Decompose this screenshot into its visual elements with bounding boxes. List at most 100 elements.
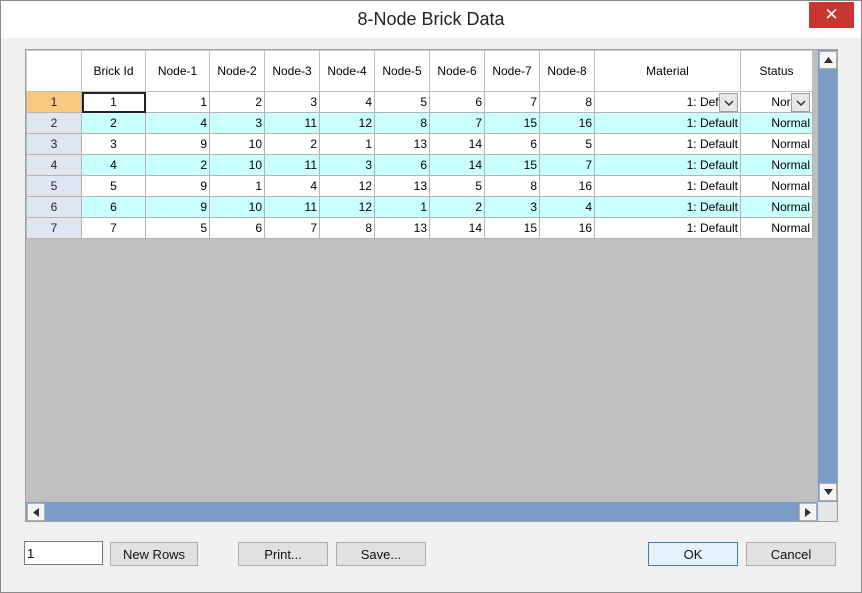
node-cell[interactable]: 11 (264, 196, 320, 218)
node-cell[interactable]: 5 (374, 91, 430, 113)
column-header[interactable]: Node-7 (484, 50, 540, 92)
node-cell[interactable]: 5 (539, 133, 595, 155)
node-cell[interactable]: 2 (264, 133, 320, 155)
node-cell[interactable]: 8 (539, 91, 595, 113)
node-cell[interactable]: 16 (539, 112, 595, 134)
node-cell[interactable]: 3 (209, 112, 265, 134)
brick-id-cell[interactable]: 2 (81, 112, 146, 134)
brick-id-cell[interactable]: 1 (81, 91, 146, 113)
print-button[interactable]: Print... (238, 542, 328, 566)
node-cell[interactable]: 11 (264, 112, 320, 134)
column-header[interactable]: Node-2 (209, 50, 265, 92)
scroll-right-button[interactable] (799, 503, 817, 521)
node-cell[interactable]: 4 (319, 91, 375, 113)
node-cell[interactable]: 6 (209, 217, 265, 239)
column-header[interactable]: Node-4 (319, 50, 375, 92)
cancel-button[interactable]: Cancel (746, 542, 836, 566)
material-cell[interactable]: 1: Default (594, 112, 741, 134)
node-cell[interactable]: 7 (264, 217, 320, 239)
node-cell[interactable]: 12 (319, 175, 375, 197)
node-cell[interactable]: 1 (145, 91, 210, 113)
row-header[interactable]: 7 (26, 217, 82, 239)
node-cell[interactable]: 7 (429, 112, 485, 134)
node-cell[interactable]: 8 (319, 217, 375, 239)
node-cell[interactable]: 6 (484, 133, 540, 155)
new-rows-button[interactable]: New Rows (110, 542, 198, 566)
node-cell[interactable]: 7 (484, 91, 540, 113)
status-cell[interactable]: Normal (740, 196, 813, 218)
material-cell[interactable]: 1: Default (594, 196, 741, 218)
node-cell[interactable]: 3 (319, 154, 375, 176)
node-cell[interactable]: 3 (264, 91, 320, 113)
horizontal-scrollbar[interactable] (26, 502, 818, 521)
node-cell[interactable]: 12 (319, 196, 375, 218)
material-cell[interactable]: 1: Default (594, 217, 741, 239)
material-cell[interactable]: 1: Default (594, 154, 741, 176)
node-cell[interactable]: 14 (429, 217, 485, 239)
node-cell[interactable]: 4 (264, 175, 320, 197)
row-header[interactable]: 3 (26, 133, 82, 155)
node-cell[interactable]: 2 (429, 196, 485, 218)
column-header[interactable]: Node-8 (539, 50, 595, 92)
status-cell[interactable]: Normal (740, 217, 813, 239)
node-cell[interactable]: 1 (374, 196, 430, 218)
node-cell[interactable]: 9 (145, 133, 210, 155)
brick-id-cell[interactable]: 7 (81, 217, 146, 239)
node-cell[interactable]: 13 (374, 175, 430, 197)
ok-button[interactable]: OK (648, 542, 738, 566)
column-header[interactable]: Node-5 (374, 50, 430, 92)
brick-id-cell[interactable]: 3 (81, 133, 146, 155)
column-header[interactable]: Brick Id (81, 50, 146, 92)
close-button[interactable]: ✕ (809, 2, 854, 28)
node-cell[interactable]: 6 (374, 154, 430, 176)
material-cell[interactable]: 1: Default (594, 133, 741, 155)
row-header[interactable]: 6 (26, 196, 82, 218)
brick-data-grid[interactable]: Brick Id Node-1 Node-2 Node-3 Node-4 Node-5 No… (25, 49, 838, 522)
node-cell[interactable]: 8 (374, 112, 430, 134)
status-cell[interactable]: Normal (740, 133, 813, 155)
node-cell[interactable]: 1 (209, 175, 265, 197)
row-header[interactable]: 1 (26, 91, 82, 113)
column-header[interactable]: Status (740, 50, 813, 92)
column-header[interactable]: Node-1 (145, 50, 210, 92)
node-cell[interactable]: 5 (145, 217, 210, 239)
node-cell[interactable]: 4 (539, 196, 595, 218)
vertical-scrollbar[interactable] (818, 50, 837, 502)
scroll-left-button[interactable] (27, 503, 45, 521)
scroll-up-button[interactable] (819, 51, 837, 69)
node-cell[interactable]: 3 (484, 196, 540, 218)
column-header[interactable]: Material (594, 50, 741, 92)
node-cell[interactable]: 15 (484, 112, 540, 134)
node-cell[interactable]: 4 (145, 112, 210, 134)
brick-id-cell[interactable]: 5 (81, 175, 146, 197)
column-header[interactable]: Node-3 (264, 50, 320, 92)
select-all-corner[interactable] (26, 50, 82, 92)
node-cell[interactable]: 13 (374, 217, 430, 239)
save-button[interactable]: Save... (336, 542, 426, 566)
node-cell[interactable]: 14 (429, 154, 485, 176)
node-cell[interactable]: 16 (539, 217, 595, 239)
row-header[interactable]: 5 (26, 175, 82, 197)
column-header[interactable]: Node-6 (429, 50, 485, 92)
node-cell[interactable]: 10 (209, 133, 265, 155)
node-cell[interactable]: 16 (539, 175, 595, 197)
node-cell[interactable]: 13 (374, 133, 430, 155)
brick-id-cell[interactable]: 6 (81, 196, 146, 218)
brick-id-cell[interactable]: 4 (81, 154, 146, 176)
node-cell[interactable]: 9 (145, 175, 210, 197)
status-dropdown-button[interactable] (791, 93, 810, 112)
material-dropdown-button[interactable] (719, 93, 738, 112)
row-header[interactable]: 2 (26, 112, 82, 134)
node-cell[interactable]: 10 (209, 196, 265, 218)
status-cell[interactable]: Normal (740, 112, 813, 134)
node-cell[interactable]: 5 (429, 175, 485, 197)
status-select[interactable]: Normal (740, 91, 813, 113)
node-cell[interactable]: 7 (539, 154, 595, 176)
node-cell[interactable]: 11 (264, 154, 320, 176)
node-cell[interactable]: 8 (484, 175, 540, 197)
node-cell[interactable]: 6 (429, 91, 485, 113)
node-cell[interactable]: 15 (484, 154, 540, 176)
status-cell[interactable]: Normal (740, 175, 813, 197)
node-cell[interactable]: 2 (145, 154, 210, 176)
node-cell[interactable]: 15 (484, 217, 540, 239)
